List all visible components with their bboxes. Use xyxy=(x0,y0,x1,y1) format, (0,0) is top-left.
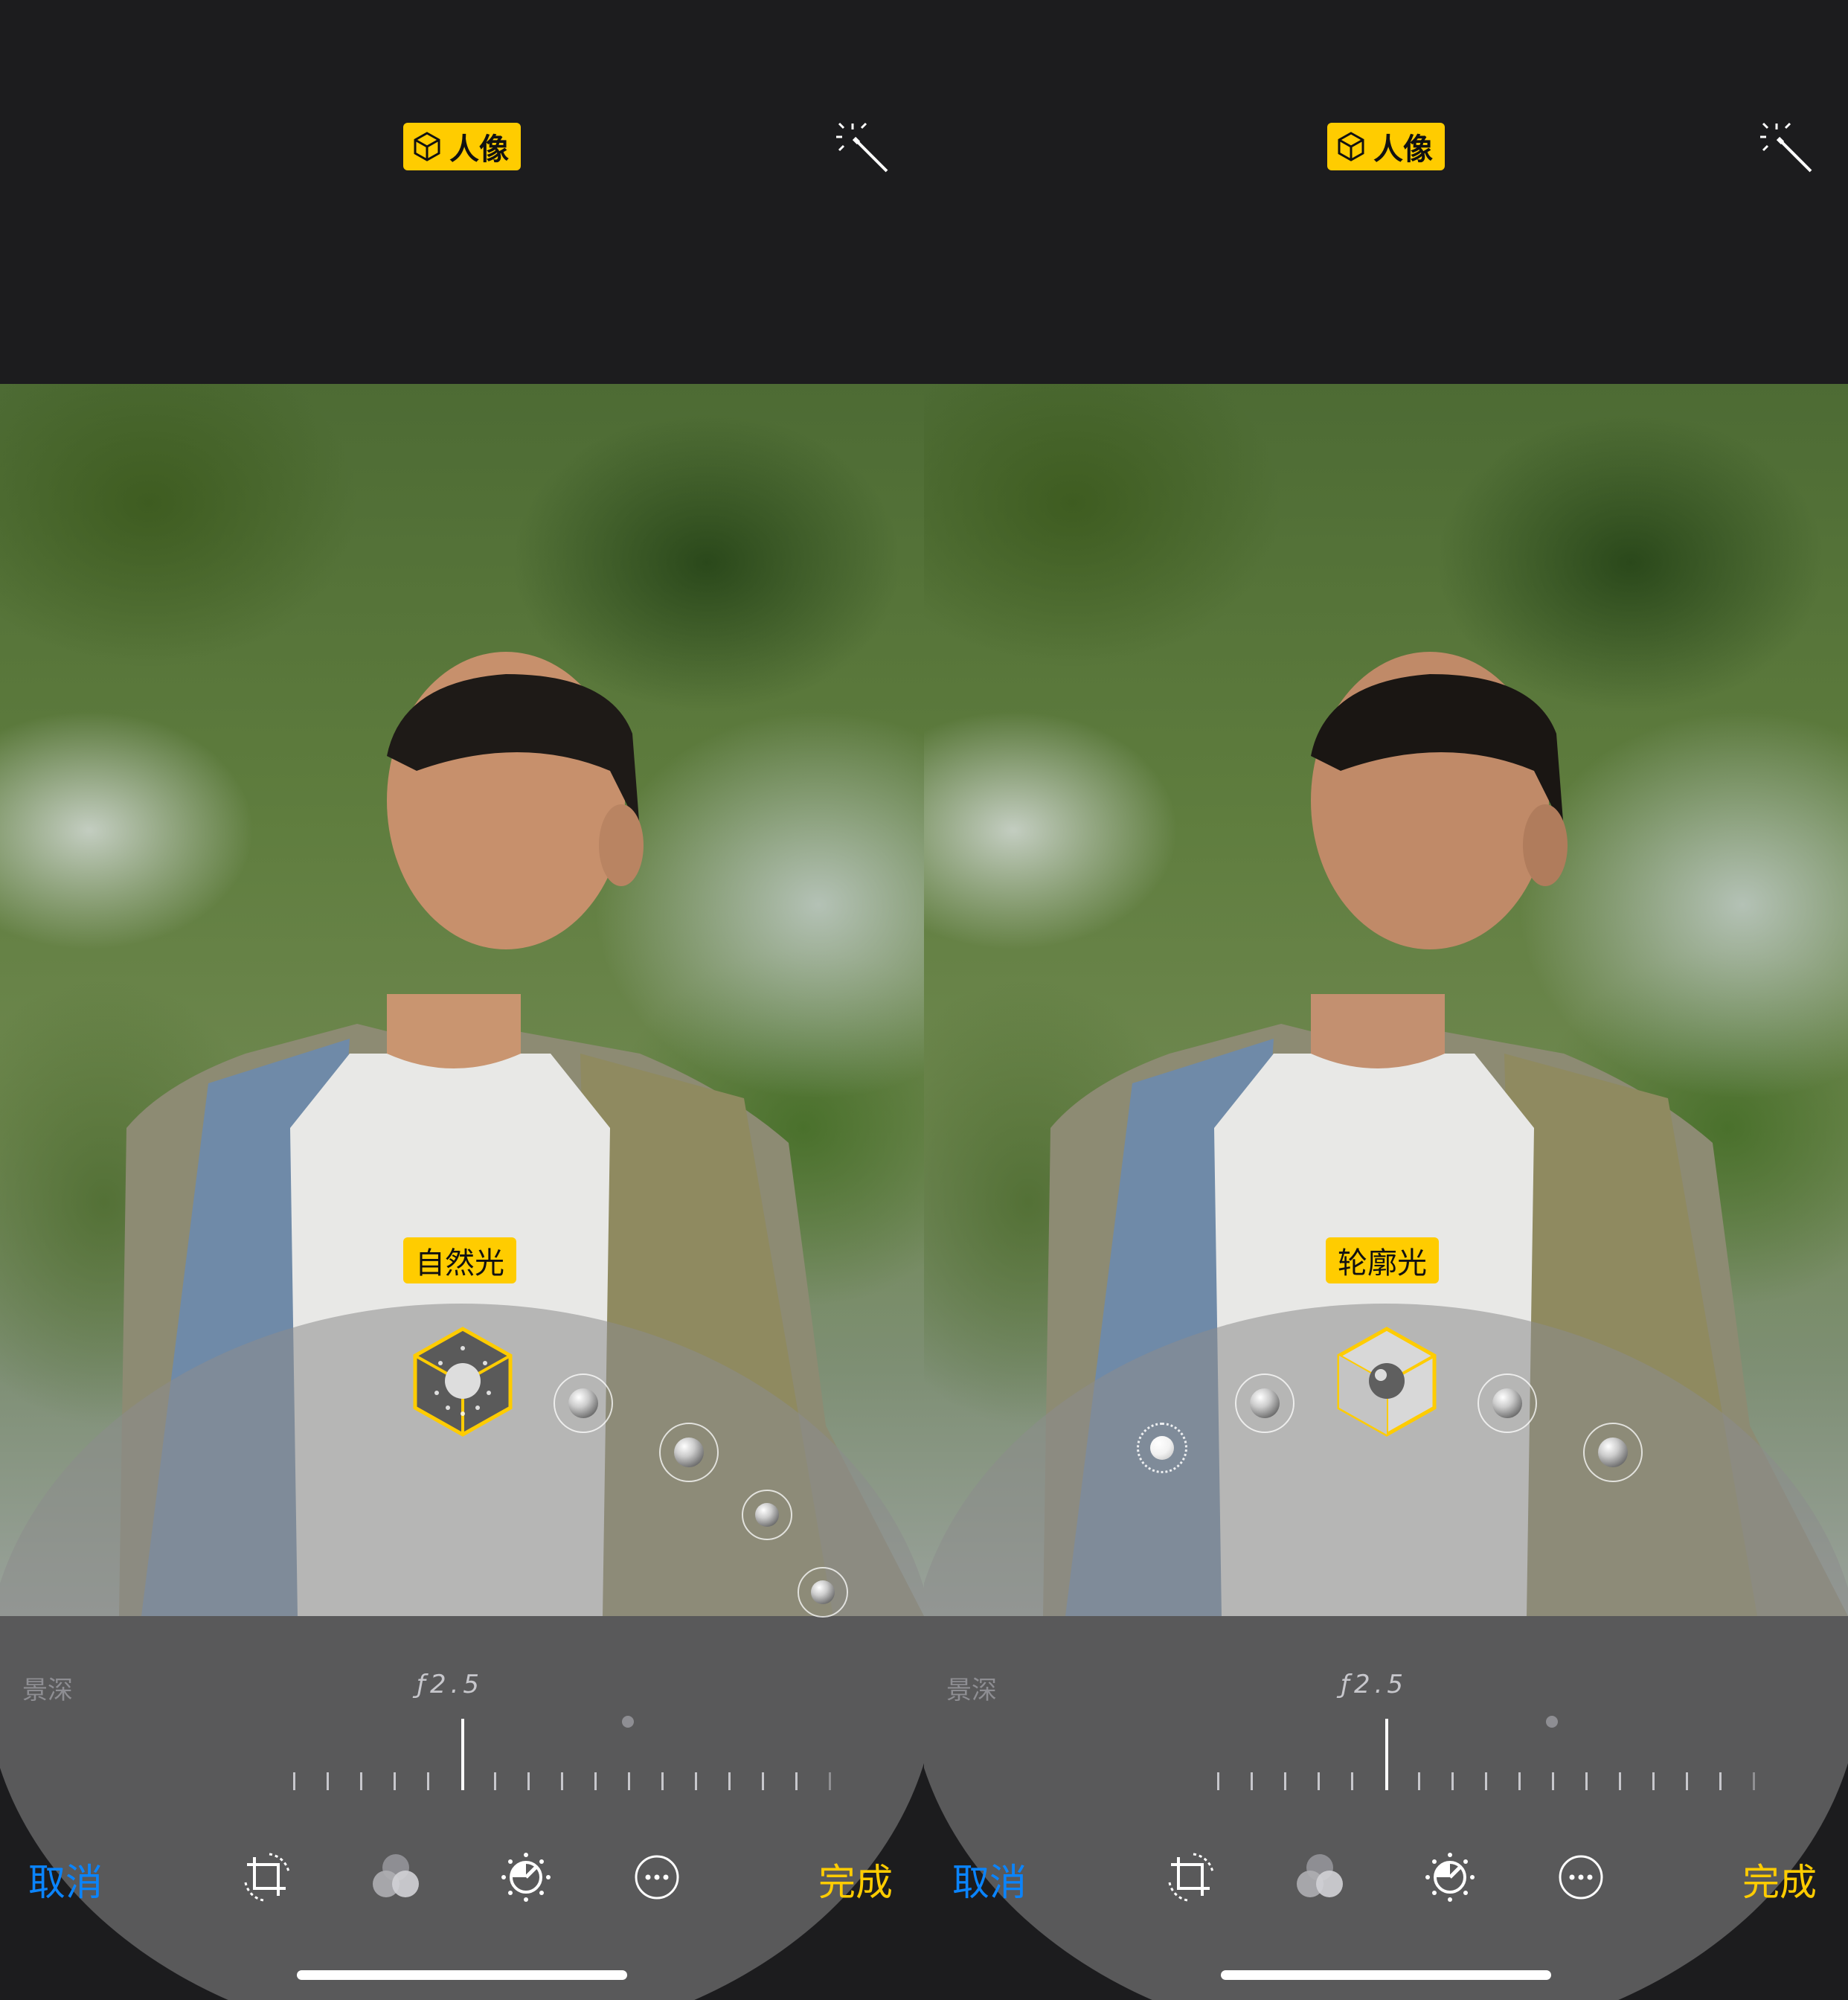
crop-rotate-icon[interactable] xyxy=(1165,1851,1217,1903)
stage-light-icon xyxy=(755,1503,779,1527)
portrait-mode-button[interactable]: 人像 xyxy=(1327,123,1445,170)
adjust-dial-icon[interactable] xyxy=(500,1851,552,1903)
studio-light-icon xyxy=(568,1388,598,1418)
depth-label: 景深 xyxy=(946,1676,997,1705)
stage-light-button[interactable] xyxy=(1478,1374,1537,1433)
editor-panel-contour-light: 人像 轮廓光 景深 ƒ2.5 取消 完成 xyxy=(924,0,1848,2000)
filters-icon[interactable] xyxy=(1294,1851,1346,1903)
more-icon[interactable] xyxy=(1555,1851,1607,1903)
portrait-mode-label: 人像 xyxy=(449,132,509,167)
depth-value: ƒ2.5 xyxy=(417,1670,484,1699)
portrait-cube-icon xyxy=(1338,132,1364,161)
home-indicator[interactable] xyxy=(297,1970,627,1980)
done-button[interactable]: 完成 xyxy=(818,1853,893,1906)
depth-slider[interactable] xyxy=(283,1716,878,1790)
studio-light-button[interactable] xyxy=(554,1374,613,1433)
done-button[interactable]: 完成 xyxy=(1742,1853,1817,1906)
editor-panel-natural-light: 人像 自然光 景深 ƒ2.5 取消 完成 xyxy=(0,0,924,2000)
portrait-mode-button[interactable]: 人像 xyxy=(403,123,521,170)
lighting-mode-label: 自然光 xyxy=(403,1237,516,1283)
stage-light-mono-icon xyxy=(811,1580,835,1604)
stage-light-icon xyxy=(1492,1388,1522,1418)
depth-slider-indicator xyxy=(1385,1719,1388,1790)
stage-light-mono-icon xyxy=(1598,1438,1628,1467)
cancel-button[interactable]: 取消 xyxy=(952,1853,1027,1906)
lighting-cube-icon[interactable] xyxy=(1335,1326,1439,1438)
depth-slider-indicator xyxy=(461,1719,464,1790)
cancel-button[interactable]: 取消 xyxy=(28,1853,103,1906)
contour-light-button[interactable] xyxy=(659,1423,719,1482)
lighting-cube-icon[interactable] xyxy=(411,1326,515,1438)
crop-rotate-icon[interactable] xyxy=(241,1851,293,1903)
home-indicator[interactable] xyxy=(1221,1970,1551,1980)
stage-light-button[interactable] xyxy=(742,1490,792,1540)
magic-wand-icon[interactable] xyxy=(835,119,891,176)
magic-wand-icon[interactable] xyxy=(1759,119,1815,176)
depth-value: ƒ2.5 xyxy=(1341,1670,1408,1699)
depth-label: 景深 xyxy=(22,1676,73,1705)
stage-light-mono-button[interactable] xyxy=(1583,1423,1643,1482)
stage-light-mono-button[interactable] xyxy=(798,1567,848,1618)
studio-light-button[interactable] xyxy=(1235,1374,1294,1433)
adjust-dial-icon[interactable] xyxy=(1424,1851,1476,1903)
natural-light-button[interactable] xyxy=(1137,1423,1187,1473)
contour-light-icon xyxy=(674,1438,704,1467)
natural-light-icon xyxy=(1150,1436,1174,1460)
lighting-mode-label: 轮廓光 xyxy=(1326,1237,1439,1283)
more-icon[interactable] xyxy=(631,1851,683,1903)
filters-icon[interactable] xyxy=(370,1851,422,1903)
depth-slider[interactable] xyxy=(1207,1716,1802,1790)
portrait-cube-icon xyxy=(414,132,440,161)
portrait-mode-label: 人像 xyxy=(1373,132,1433,167)
studio-light-icon xyxy=(1250,1388,1280,1418)
